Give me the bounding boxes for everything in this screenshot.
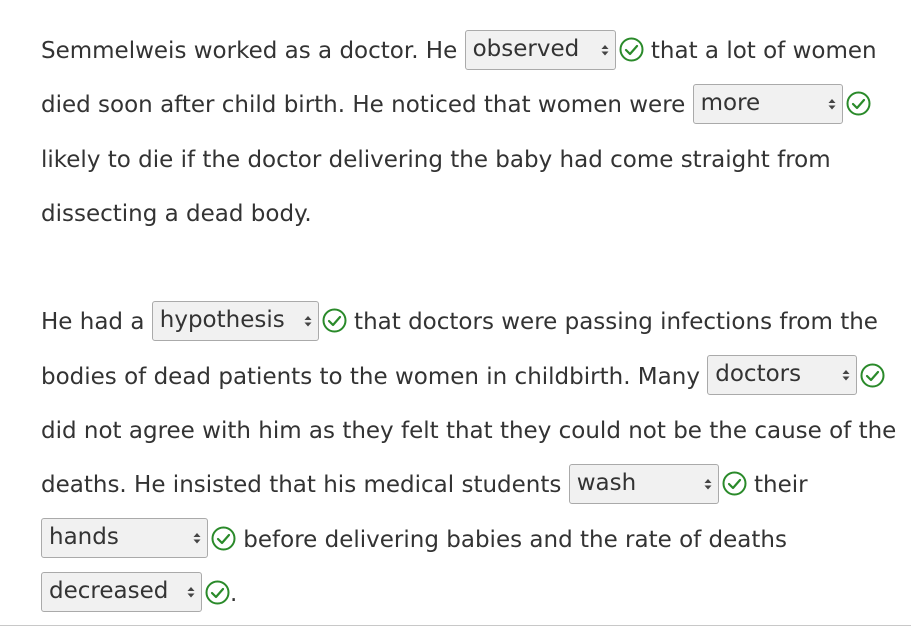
dropdown-value: observed <box>472 35 580 62</box>
check-circle-icon <box>860 363 885 388</box>
bottom-divider <box>0 625 911 626</box>
text: before delivering babies and the rate of… <box>236 526 787 553</box>
text: likely to die if the doctor delivering t… <box>41 146 831 227</box>
dropdown-hypothesis[interactable]: hypothesis <box>151 300 319 341</box>
up-down-arrows-icon <box>828 85 836 138</box>
up-down-arrows-icon <box>842 356 850 409</box>
up-down-arrows-icon <box>304 302 312 355</box>
paragraph-1: Semmelweis worked as a doctor. He observ… <box>41 24 901 241</box>
check-circle-icon <box>322 308 347 333</box>
dropdown-value: wash <box>576 469 637 496</box>
dropdown-doctors[interactable]: doctors <box>707 355 858 396</box>
dropdown-wash[interactable]: wash <box>568 463 719 504</box>
check-circle-icon <box>205 580 230 605</box>
up-down-arrows-icon <box>704 465 712 518</box>
dropdown-value: hypothesis <box>159 306 285 333</box>
dropdown-value: doctors <box>715 361 802 388</box>
check-circle-icon <box>722 471 747 496</box>
dropdown-hands[interactable]: hands <box>41 518 208 559</box>
dropdown-decreased[interactable]: decreased <box>41 572 202 613</box>
up-down-arrows-icon <box>187 573 195 626</box>
text: Semmelweis worked as a doctor. He <box>41 38 465 64</box>
cloze-exercise: Semmelweis worked as a doctor. He observ… <box>41 24 901 621</box>
text: their <box>746 472 808 499</box>
paragraph-2: He had a hypothesis that doctors were pa… <box>41 295 901 621</box>
dropdown-value: hands <box>49 524 119 551</box>
dropdown-value: more <box>700 89 761 116</box>
text: . <box>230 580 238 607</box>
up-down-arrows-icon <box>193 519 201 572</box>
up-down-arrows-icon <box>601 31 609 84</box>
check-circle-icon <box>619 37 644 62</box>
check-circle-icon <box>846 91 871 116</box>
dropdown-observed[interactable]: observed <box>464 29 616 70</box>
text: He had a <box>41 309 152 336</box>
dropdown-value: decreased <box>49 578 169 605</box>
check-circle-icon <box>211 526 236 551</box>
dropdown-more[interactable]: more <box>692 83 843 124</box>
